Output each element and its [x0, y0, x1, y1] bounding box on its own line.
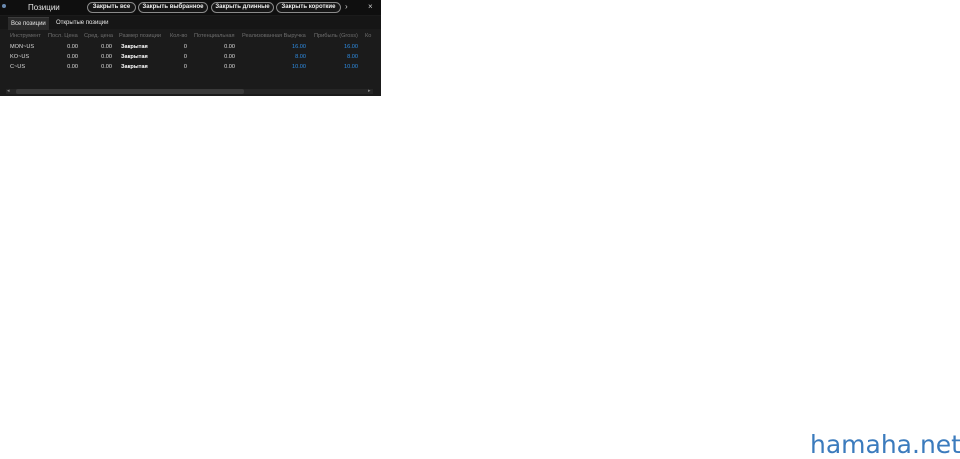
cell-realized: 8.00 [295, 54, 306, 60]
col-commission[interactable]: Ко [365, 33, 371, 39]
pin-icon[interactable] [2, 4, 6, 8]
col-position-size[interactable]: Размер позиции [119, 33, 161, 39]
cell-potential: 0.00 [224, 54, 235, 60]
cell-potential: 0.00 [224, 64, 235, 70]
cell-position-size: Закрытая [121, 64, 148, 70]
cell-realized: 16.00 [292, 44, 306, 50]
cell-profit: 8.00 [347, 54, 358, 60]
cell-position-size: Закрытая [121, 54, 148, 60]
col-realized[interactable]: Реализованная Выручка [242, 33, 306, 39]
cell-last-price: 0.00 [67, 64, 78, 70]
col-profit[interactable]: Прибыль (Gross) [314, 33, 358, 39]
col-instrument[interactable]: Инструмент [10, 33, 41, 39]
cell-qty: 0 [183, 44, 187, 50]
scroll-right-icon[interactable]: ▸ [368, 88, 371, 94]
positions-panel: Позиции Закрыть все Закрыть выбранное За… [0, 0, 381, 96]
close-short-button[interactable]: Закрыть короткие [276, 2, 341, 13]
cell-profit: 10.00 [344, 64, 358, 70]
chevron-right-icon[interactable]: › [345, 2, 348, 11]
tab-all-positions[interactable]: Все позиции [8, 17, 49, 30]
close-selected-button[interactable]: Закрыть выбранное [138, 2, 208, 13]
cell-avg-price: 0.00 [101, 44, 112, 50]
col-last-price[interactable]: Посл. Цена [48, 33, 78, 39]
cell-position-size: Закрытая [121, 44, 148, 50]
cell-last-price: 0.00 [67, 54, 78, 60]
col-qty[interactable]: Кол-во [170, 33, 187, 39]
watermark-text: hamaha.net [810, 430, 960, 459]
col-potential[interactable]: Потенциальная [194, 33, 235, 39]
tab-open-positions[interactable]: Открытые позиции [53, 17, 112, 29]
window-title: Позиции [28, 3, 60, 12]
cell-avg-price: 0.00 [101, 54, 112, 60]
cell-instrument: MON~US [10, 44, 35, 50]
cell-profit: 16.00 [344, 44, 358, 50]
cell-qty: 0 [183, 64, 187, 70]
cell-avg-price: 0.00 [101, 64, 112, 70]
close-all-button[interactable]: Закрыть все [87, 2, 136, 13]
cell-instrument: C~US [10, 64, 26, 70]
cell-realized: 10.00 [292, 64, 306, 70]
close-long-button[interactable]: Закрыть длинные [211, 2, 274, 13]
cell-qty: 0 [183, 54, 187, 60]
scroll-left-icon[interactable]: ◂ [7, 88, 10, 94]
close-icon[interactable]: × [368, 2, 373, 11]
col-avg-price[interactable]: Сред. цена [84, 33, 113, 39]
cell-potential: 0.00 [224, 44, 235, 50]
cell-instrument: KO~US [10, 54, 30, 60]
scrollbar-thumb[interactable] [16, 89, 244, 94]
cell-last-price: 0.00 [67, 44, 78, 50]
